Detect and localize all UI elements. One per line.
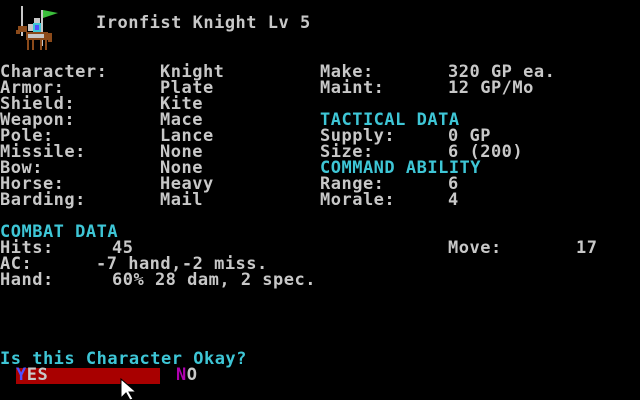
unit-title: Ironfist Knight Lv 5 xyxy=(96,13,311,33)
yes-hotkey: Y xyxy=(16,365,27,385)
morale-value: 4 xyxy=(448,190,459,210)
move-label: Move: xyxy=(448,238,502,258)
mouse-pointer-icon xyxy=(120,378,138,400)
barding-label: Barding: xyxy=(0,190,86,210)
move-value: 17 xyxy=(576,238,598,258)
barding-value: Mail xyxy=(160,190,203,210)
yes-label: ES xyxy=(26,365,49,385)
hand-value: 60% 28 dam, 2 spec. xyxy=(112,270,316,290)
hand-label: Hand: xyxy=(0,270,54,290)
no-hotkey: N xyxy=(176,365,187,385)
no-button[interactable]: NO xyxy=(176,365,198,385)
morale-label: Morale: xyxy=(320,190,396,210)
yes-button[interactable]: YES xyxy=(16,365,49,385)
no-label: O xyxy=(186,365,198,385)
maint-value: 12 GP/Mo xyxy=(448,78,534,98)
unit-info-screen: Ironfist Knight Lv 5 Character: Knight A… xyxy=(0,0,640,400)
maint-label: Maint: xyxy=(320,78,385,98)
mounted-knight-icon xyxy=(16,6,58,50)
